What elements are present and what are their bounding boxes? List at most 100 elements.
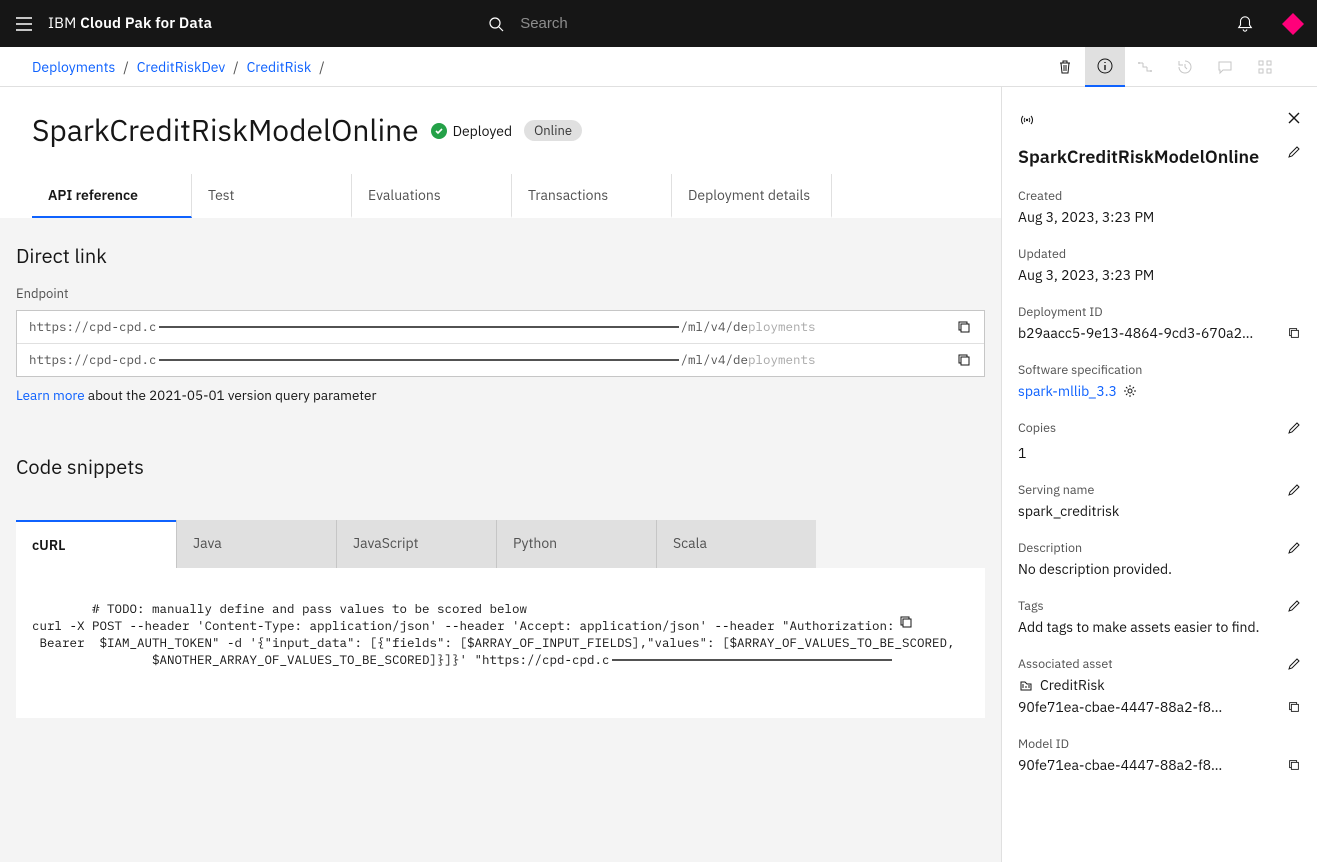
deployment-id-value: b29aacc5-9e13-4864-9cd3-670a2… [1018, 324, 1279, 342]
main-tabs: API reference Test Evaluations Transacti… [32, 174, 969, 218]
search-icon [472, 16, 520, 32]
tab-transactions[interactable]: Transactions [512, 174, 672, 218]
copy-deployment-id[interactable] [1287, 326, 1301, 340]
trash-icon [1057, 59, 1073, 75]
associated-asset-label: Associated asset [1018, 656, 1113, 672]
pencil-icon [1287, 421, 1301, 435]
snippet-tab-scala[interactable]: Scala [656, 520, 816, 568]
tab-evaluations[interactable]: Evaluations [352, 174, 512, 218]
updated-label: Updated [1018, 246, 1301, 262]
created-label: Created [1018, 188, 1301, 204]
flow-button[interactable] [1125, 47, 1165, 87]
code-snippet-box: # TODO: manually define and pass values … [16, 568, 985, 718]
comments-button[interactable] [1205, 47, 1245, 87]
endpoint-label: Endpoint [16, 285, 985, 302]
flow-icon [1137, 59, 1153, 75]
breadcrumb-creditrisk[interactable]: CreditRisk [247, 58, 312, 76]
pencil-icon [1287, 657, 1301, 671]
main-content: SparkCreditRiskModelOnline Deployed Onli… [0, 87, 1001, 862]
snippet-tab-python[interactable]: Python [496, 520, 656, 568]
edit-copies-button[interactable] [1287, 421, 1301, 435]
copy-icon [956, 352, 972, 368]
toolbar-actions [1045, 47, 1285, 87]
associated-asset-name: CreditRisk [1040, 676, 1105, 694]
model-id-label: Model ID [1018, 736, 1301, 752]
associated-asset-id: 90fe71ea-cbae-4447-88a2-f8… [1018, 698, 1279, 716]
chat-icon [1217, 59, 1233, 75]
app-badge[interactable] [1269, 0, 1317, 47]
model-id-value: 90fe71ea-cbae-4447-88a2-f8… [1018, 756, 1279, 774]
learn-more-text: about the 2021-05-01 version query param… [85, 386, 377, 404]
snippet-tab-java[interactable]: Java [176, 520, 336, 568]
serving-name-value: spark_creditrisk [1018, 502, 1301, 520]
top-bar: IBM Cloud Pak for Data [0, 0, 1317, 47]
copy-icon [1287, 758, 1301, 772]
hamburger-menu[interactable] [0, 14, 48, 34]
copy-icon [956, 319, 972, 335]
breadcrumb-deployments[interactable]: Deployments [32, 58, 115, 76]
pencil-icon [1287, 145, 1301, 159]
delete-button[interactable] [1045, 47, 1085, 87]
swspec-label: Software specification [1018, 362, 1301, 378]
learn-more-link[interactable]: Learn more [16, 386, 85, 404]
copy-icon [898, 614, 914, 630]
history-button[interactable] [1165, 47, 1205, 87]
grid-button[interactable] [1245, 47, 1285, 87]
tab-api-reference[interactable]: API reference [32, 174, 192, 218]
pencil-icon [1287, 541, 1301, 555]
diamond-icon [1280, 11, 1306, 37]
page-title: SparkCreditRiskModelOnline [32, 111, 419, 150]
deployment-id-label: Deployment ID [1018, 304, 1301, 320]
model-icon [1018, 677, 1034, 693]
snippet-tab-javascript[interactable]: JavaScript [336, 520, 496, 568]
search-input[interactable] [520, 15, 1192, 32]
online-chip: Online [524, 120, 582, 141]
close-icon [1287, 111, 1301, 125]
description-label: Description [1018, 540, 1082, 556]
tags-value: Add tags to make assets easier to find. [1018, 618, 1301, 636]
deployment-status: Deployed [431, 122, 513, 140]
copy-icon [1287, 700, 1301, 714]
copy-asset-id[interactable] [1287, 700, 1301, 714]
pencil-icon [1287, 599, 1301, 613]
close-panel-button[interactable] [1287, 111, 1301, 125]
bell-icon [1236, 15, 1254, 33]
edit-asset-button[interactable] [1287, 657, 1301, 671]
copy-endpoint-1[interactable] [948, 319, 972, 335]
copy-code-button[interactable] [898, 580, 973, 664]
swspec-link[interactable]: spark-mllib_3.3 [1018, 382, 1117, 400]
edit-tags-button[interactable] [1287, 599, 1301, 613]
grid-icon [1257, 59, 1273, 75]
copies-label: Copies [1018, 420, 1056, 436]
edit-description-button[interactable] [1287, 541, 1301, 555]
endpoint-box: https://cpd-cpd.c/ml/v4/deployments http… [16, 310, 985, 377]
direct-link-heading: Direct link [16, 242, 985, 269]
tab-test[interactable]: Test [192, 174, 352, 218]
snippet-tab-curl[interactable]: cURL [16, 520, 176, 568]
check-circle-icon [431, 123, 447, 139]
copy-model-id[interactable] [1287, 758, 1301, 772]
description-value: No description provided. [1018, 560, 1301, 578]
edit-serving-name-button[interactable] [1287, 483, 1301, 497]
tags-label: Tags [1018, 598, 1044, 614]
gear-icon [1123, 384, 1137, 398]
notifications-button[interactable] [1221, 0, 1269, 47]
edit-title-button[interactable] [1287, 145, 1301, 159]
copy-icon [1287, 326, 1301, 340]
brand-label: IBM Cloud Pak for Data [48, 14, 212, 33]
copy-endpoint-2[interactable] [948, 352, 972, 368]
search-container [472, 0, 1192, 47]
code-snippet-text: # TODO: manually define and pass values … [32, 601, 955, 668]
serving-name-label: Serving name [1018, 482, 1094, 498]
pencil-icon [1287, 483, 1301, 497]
copies-value: 1 [1018, 444, 1301, 462]
created-value: Aug 3, 2023, 3:23 PM [1018, 208, 1301, 226]
info-side-panel: SparkCreditRiskModelOnline Created Aug 3… [1001, 87, 1317, 862]
broadcast-icon [1018, 111, 1036, 129]
endpoint-url-2: https://cpd-cpd.c/ml/v4/deployments [17, 343, 984, 376]
info-panel-toggle[interactable] [1085, 47, 1125, 87]
history-icon [1177, 59, 1193, 75]
breadcrumb-creditriskdev[interactable]: CreditRiskDev [137, 58, 226, 76]
tab-deployment-details[interactable]: Deployment details [672, 174, 832, 218]
updated-value: Aug 3, 2023, 3:23 PM [1018, 266, 1301, 284]
